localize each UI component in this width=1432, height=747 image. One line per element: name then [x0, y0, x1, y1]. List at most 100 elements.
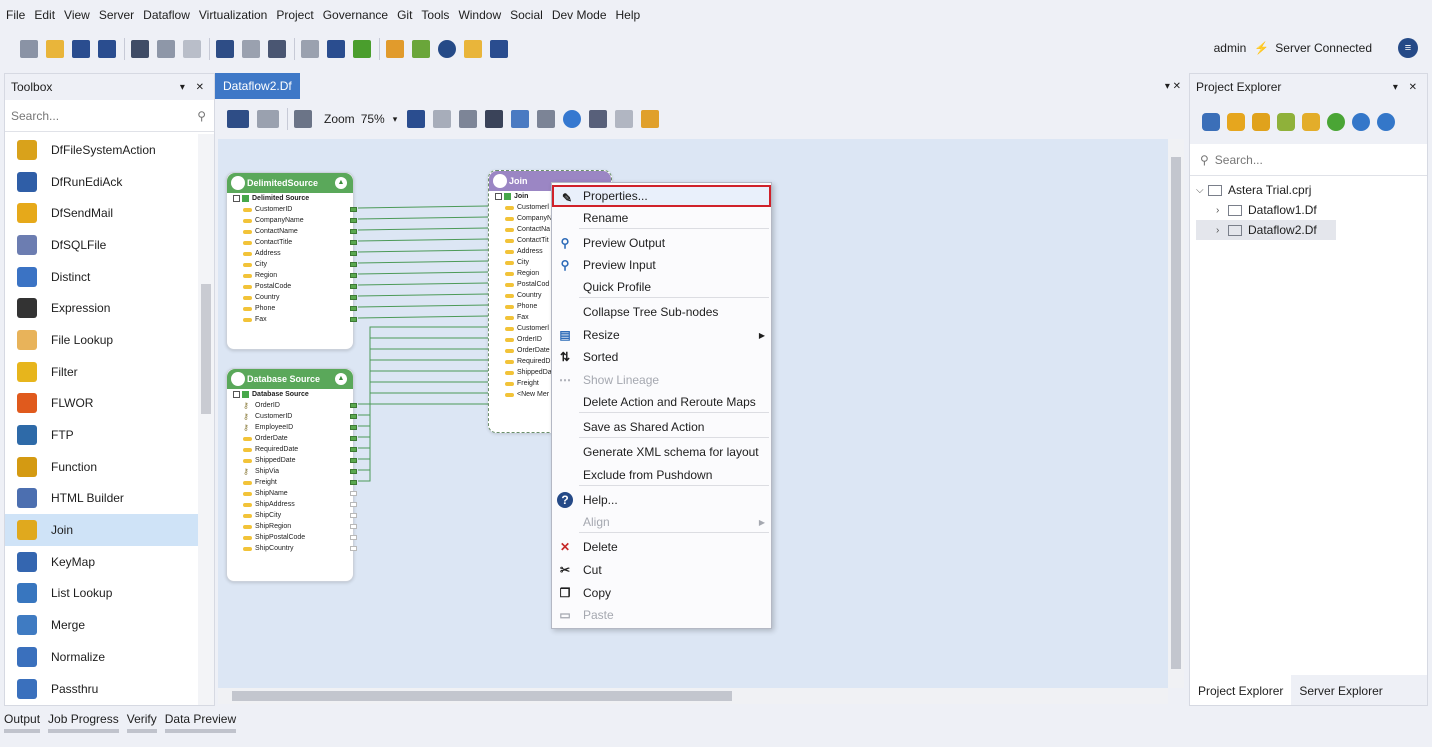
route-icon[interactable] — [641, 110, 660, 128]
toolbox-search[interactable]: Search... ⚲ — [5, 100, 214, 132]
output-port[interactable] — [350, 229, 357, 234]
field-row[interactable]: ShipPostalCode — [227, 532, 357, 543]
map-wire[interactable] — [358, 359, 488, 438]
output-port[interactable] — [350, 306, 357, 311]
field-row[interactable]: ⚷ OrderID — [227, 400, 357, 411]
output-port[interactable] — [350, 425, 357, 430]
find-icon[interactable] — [301, 40, 319, 58]
toolbox-item[interactable]: KeyMap — [5, 546, 199, 578]
run-icon[interactable] — [353, 40, 371, 58]
menu-item[interactable]: ✎ Properties... — [552, 185, 771, 207]
help-icon[interactable] — [438, 40, 456, 58]
field-row[interactable]: Country — [227, 292, 357, 303]
output-port[interactable] — [350, 218, 357, 223]
map-wire[interactable] — [358, 326, 488, 405]
map-wire[interactable] — [358, 403, 488, 482]
map-wire[interactable] — [357, 238, 489, 242]
menu-item[interactable]: Collapse Tree Sub-nodes — [552, 301, 771, 323]
open-item-icon[interactable] — [1302, 113, 1320, 131]
field-row[interactable]: ContactName — [227, 226, 357, 237]
map-wire[interactable] — [358, 348, 488, 427]
map-wire[interactable] — [358, 392, 488, 471]
toolbox-item[interactable]: Join — [5, 514, 199, 546]
tab-server-explorer[interactable]: Server Explorer — [1291, 675, 1390, 705]
output-port[interactable] — [350, 513, 357, 518]
output-port[interactable] — [350, 403, 357, 408]
toolbox-item[interactable]: DfFileSystemAction — [5, 134, 199, 166]
menu-item[interactable]: ▤ Resize ▶ — [552, 324, 771, 346]
canvas-horizontal-scrollbar[interactable] — [218, 688, 1168, 704]
new-item-icon[interactable] — [20, 40, 38, 58]
output-port[interactable] — [350, 295, 357, 300]
collapse-icon[interactable]: ▲ — [335, 177, 347, 189]
save-layout-icon[interactable] — [407, 110, 426, 128]
menu-dev-mode[interactable]: Dev Mode — [552, 8, 607, 22]
map-wire[interactable] — [357, 260, 489, 264]
toolbox-item[interactable]: FTP — [5, 419, 199, 451]
tree-item[interactable]: › Dataflow1.Df — [1196, 200, 1427, 220]
tree-item[interactable]: ⌵ Astera Trial.cprj — [1196, 180, 1427, 200]
output-port[interactable] — [350, 317, 357, 322]
paste-icon[interactable] — [183, 40, 201, 58]
folder-icon[interactable] — [464, 40, 482, 58]
redo-icon[interactable] — [257, 110, 279, 128]
tab-project-explorer[interactable]: Project Explorer — [1190, 675, 1292, 705]
field-row[interactable]: ShipAddress — [227, 499, 357, 510]
menu-item[interactable]: ✕ Delete — [552, 536, 771, 558]
panel-controls-icon[interactable]: ▾ ✕ — [1393, 82, 1421, 93]
undo-icon[interactable] — [227, 110, 249, 128]
menu-edit[interactable]: Edit — [34, 8, 55, 22]
menu-item[interactable]: Rename — [552, 207, 771, 229]
chevron-right-icon[interactable]: › — [1216, 205, 1228, 216]
link-icon[interactable] — [511, 110, 530, 128]
chevron-down-icon[interactable]: ▾ — [393, 114, 398, 125]
grid-icon[interactable] — [485, 110, 504, 128]
menu-item[interactable]: Quick Profile — [552, 276, 771, 298]
toolbox-item[interactable]: Merge — [5, 609, 199, 641]
field-row[interactable]: OrderDate — [227, 433, 357, 444]
toolbox-item[interactable]: Normalize — [5, 641, 199, 673]
copy-icon[interactable] — [157, 40, 175, 58]
menu-social[interactable]: Social — [510, 8, 543, 22]
field-row[interactable]: ⚷ ShipVia — [227, 466, 357, 477]
deploy-icon[interactable] — [412, 40, 430, 58]
verify-icon[interactable] — [563, 110, 582, 128]
toolbox-item[interactable]: HTML Builder — [5, 483, 199, 515]
menu-item[interactable]: ⚲ Preview Input — [552, 254, 771, 276]
delimited-source-node[interactable]: DelimitedSource ▲ Delimited Source Custom… — [226, 172, 357, 350]
field-row[interactable]: ⚷ EmployeeID — [227, 422, 357, 433]
project-search-input[interactable]: Search... — [1215, 153, 1263, 167]
tab-output[interactable]: Output — [4, 708, 41, 733]
new-project-icon[interactable] — [1202, 113, 1220, 131]
font-icon[interactable] — [268, 40, 286, 58]
map-wire[interactable] — [357, 249, 489, 253]
field-row[interactable]: CompanyName — [227, 215, 357, 226]
toolbox-item[interactable]: File Lookup — [5, 324, 199, 356]
check-item-icon[interactable] — [1277, 113, 1295, 131]
canvas-vertical-scrollbar[interactable] — [1168, 139, 1184, 688]
output-port[interactable] — [350, 414, 357, 419]
tab-controls-icon[interactable]: ▾ ✕ — [1165, 81, 1187, 92]
chevron-right-icon[interactable]: › — [1216, 225, 1228, 236]
redo-icon[interactable] — [242, 40, 260, 58]
menu-item[interactable]: Generate XML schema for layout — [552, 441, 771, 463]
map-wire[interactable] — [357, 205, 489, 209]
node-root[interactable]: Database Source — [227, 389, 353, 400]
save-icon[interactable] — [72, 40, 90, 58]
map-wire[interactable] — [358, 381, 488, 460]
expand-box-icon[interactable] — [233, 195, 240, 202]
refresh-icon[interactable] — [1327, 113, 1345, 131]
menu-file[interactable]: File — [6, 8, 25, 22]
scrollbar-thumb[interactable] — [232, 691, 732, 701]
scrollbar-thumb[interactable] — [201, 284, 211, 414]
sync-icon[interactable] — [1352, 113, 1370, 131]
toolbox-item[interactable]: Filter — [5, 356, 199, 388]
toolbox-item[interactable]: DfSQLFile — [5, 229, 199, 261]
menu-item[interactable]: Delete Action and Reroute Maps — [552, 391, 771, 413]
output-port[interactable] — [350, 546, 357, 551]
field-row[interactable]: Freight — [227, 477, 357, 488]
menu-window[interactable]: Window — [458, 8, 501, 22]
publish-icon[interactable] — [1377, 113, 1395, 131]
field-row[interactable]: ⚷ CustomerID — [227, 411, 357, 422]
delimited-source-title[interactable]: DelimitedSource ▲ — [227, 173, 353, 193]
